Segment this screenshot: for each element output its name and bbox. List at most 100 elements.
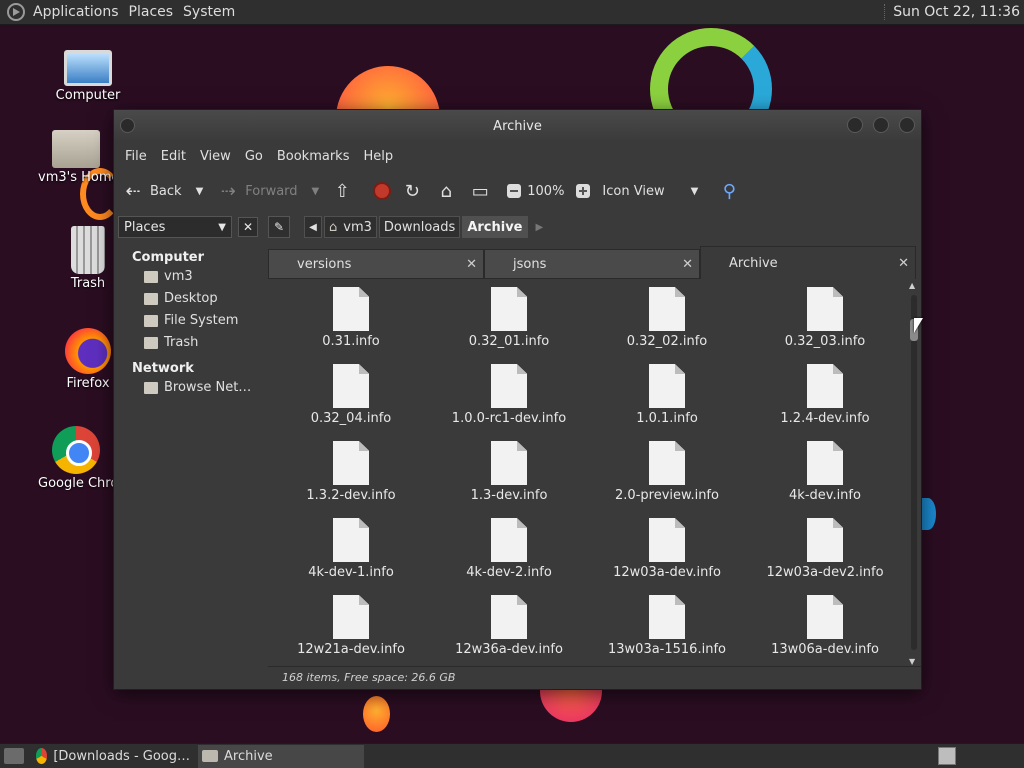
clock[interactable]: Sun Oct 22, 11:36	[884, 4, 1020, 20]
sidebar-item-browse-network[interactable]: Browse Net…	[114, 376, 262, 398]
close-tab-icon[interactable]: ✕	[682, 257, 693, 272]
file-item[interactable]: 0.32_04.info	[272, 364, 430, 441]
menu-places[interactable]: Places	[127, 4, 182, 20]
menu-bookmarks[interactable]: Bookmarks	[270, 149, 357, 164]
vertical-scrollbar[interactable]: ▲ ▼	[907, 279, 921, 666]
close-window-button[interactable]	[899, 117, 915, 133]
search-button[interactable]: ⚲	[718, 181, 746, 202]
tab-bar: versions ✕ jsons ✕ Archive ✕	[268, 246, 921, 279]
file-item[interactable]: 12w36a-dev.info	[430, 595, 588, 662]
reload-button[interactable]: ↻	[401, 181, 429, 202]
close-sidebar-button[interactable]: ✕	[238, 217, 258, 237]
taskbar-item-chrome[interactable]: [Downloads - Goog…	[32, 745, 198, 768]
tab-versions[interactable]: versions ✕	[268, 249, 484, 279]
places-selector[interactable]: Places ▼	[118, 216, 232, 238]
close-tab-icon[interactable]: ✕	[466, 257, 477, 272]
file-view[interactable]: 0.31.info 0.32_01.info 0.32_02.info 0.32…	[268, 279, 907, 662]
view-mode-select[interactable]: Icon View ▼	[602, 184, 698, 199]
scrollbar-track[interactable]	[911, 295, 917, 650]
tab-archive[interactable]: Archive ✕	[700, 246, 916, 279]
chevron-down-icon: ▼	[218, 221, 226, 233]
text-file-icon	[649, 518, 685, 562]
trash-icon	[144, 336, 158, 349]
tab-jsons[interactable]: jsons ✕	[484, 249, 700, 279]
menu-file[interactable]: File	[118, 149, 154, 164]
file-item[interactable]: 0.31.info	[272, 287, 430, 364]
home-button[interactable]: ⌂	[435, 181, 463, 202]
path-scroll-left-button[interactable]: ◀	[304, 216, 322, 238]
file-item[interactable]: 4k-dev-2.info	[430, 518, 588, 595]
up-button[interactable]: ⇧	[331, 181, 359, 202]
sidebar-item-vm3[interactable]: vm3	[114, 265, 262, 287]
forward-button[interactable]: ⇢ Forward ▼	[217, 180, 320, 202]
file-item[interactable]: 13w03a-1516.info	[588, 595, 746, 662]
window-titlebar[interactable]: Archive	[114, 110, 921, 142]
desktop-icon-computer[interactable]: Computer	[38, 44, 138, 103]
reload-icon: ↻	[404, 180, 420, 202]
sidebar-item-desktop[interactable]: Desktop	[114, 287, 262, 309]
window-menu-icon[interactable]	[120, 118, 135, 133]
file-name: 1.3-dev.info	[470, 488, 548, 503]
file-name: 13w03a-1516.info	[608, 642, 726, 657]
text-file-icon	[333, 287, 369, 331]
file-item[interactable]: 12w03a-dev.info	[588, 518, 746, 595]
zoom-in-icon[interactable]	[576, 184, 591, 198]
file-item[interactable]: 1.3-dev.info	[430, 441, 588, 518]
workspace-switcher[interactable]	[938, 747, 956, 765]
minimize-button[interactable]	[847, 117, 863, 133]
file-item[interactable]: 1.3.2-dev.info	[272, 441, 430, 518]
file-name: 0.32_03.info	[784, 334, 866, 349]
file-item[interactable]: 4k-dev-1.info	[272, 518, 430, 595]
back-history-dropdown-icon[interactable]: ▼	[196, 186, 204, 197]
file-item[interactable]: 12w03a-dev2.info	[746, 518, 904, 595]
desktop-icon-chrome[interactable]: Google Chrome	[38, 426, 114, 491]
menu-view[interactable]: View	[193, 149, 238, 164]
breadcrumb-downloads[interactable]: Downloads	[378, 216, 461, 238]
desktop-icon-home[interactable]: vm3's Home	[38, 124, 114, 185]
sidebar-item-label: Desktop	[164, 291, 218, 306]
close-tab-icon[interactable]: ✕	[898, 256, 909, 271]
file-item[interactable]: 0.32_01.info	[430, 287, 588, 364]
sidebar-item-file-system[interactable]: File System	[114, 309, 262, 331]
menu-applications[interactable]: Applications	[31, 4, 127, 20]
breadcrumb-archive[interactable]: Archive	[462, 216, 528, 238]
top-panel: Applications Places System Sun Oct 22, 1…	[0, 0, 1024, 25]
maximize-button[interactable]	[873, 117, 889, 133]
back-button[interactable]: ⇠ Back ▼	[122, 181, 203, 202]
show-desktop-button[interactable]	[4, 748, 24, 764]
file-item[interactable]: 1.0.0-rc1-dev.info	[430, 364, 588, 441]
home-icon: ⌂	[329, 219, 338, 235]
menu-system[interactable]: System	[181, 4, 243, 20]
file-item[interactable]: 4k-dev.info	[746, 441, 904, 518]
sidebar-item-trash[interactable]: Trash	[114, 331, 262, 353]
toolbar: ⇠ Back ▼ ⇢ Forward ▼ ⇧ ↻ ⌂ ▭ 100% Icon V…	[114, 170, 921, 212]
taskbar-item-archive[interactable]: Archive	[198, 744, 364, 768]
distro-logo-icon[interactable]	[7, 3, 25, 21]
file-item[interactable]: 0.32_02.info	[588, 287, 746, 364]
file-item[interactable]: 12w21a-dev.info	[272, 595, 430, 662]
stop-icon[interactable]	[373, 182, 392, 200]
menu-edit[interactable]: Edit	[154, 149, 193, 164]
file-item[interactable]: 13w06a-dev.info	[746, 595, 904, 662]
file-name: 13w06a-dev.info	[771, 642, 879, 657]
forward-arrow-icon: ⇢	[220, 180, 236, 202]
edit-location-button[interactable]: ✎	[268, 216, 290, 238]
menu-help[interactable]: Help	[356, 149, 400, 164]
text-file-icon	[649, 441, 685, 485]
file-name: 2.0-preview.info	[615, 488, 719, 503]
chevron-right-icon[interactable]: ▶	[536, 222, 544, 233]
computer-button[interactable]: ▭	[469, 181, 497, 202]
breadcrumb-vm3[interactable]: ⌂ vm3	[324, 216, 377, 238]
file-item[interactable]: 1.2.4-dev.info	[746, 364, 904, 441]
scroll-down-icon[interactable]: ▼	[909, 657, 915, 666]
places-sidebar: Places ▼ ✕ Computer vm3 Desktop File Sys…	[114, 212, 262, 688]
file-item[interactable]: 1.0.1.info	[588, 364, 746, 441]
scroll-up-icon[interactable]: ▲	[909, 281, 915, 290]
zoom-out-icon[interactable]	[507, 184, 522, 198]
menu-go[interactable]: Go	[238, 149, 270, 164]
file-name: 1.0.0-rc1-dev.info	[451, 411, 567, 426]
file-item[interactable]: 2.0-preview.info	[588, 441, 746, 518]
file-item[interactable]: 0.32_03.info	[746, 287, 904, 364]
forward-history-dropdown-icon[interactable]: ▼	[312, 186, 320, 197]
text-file-icon	[807, 287, 843, 331]
